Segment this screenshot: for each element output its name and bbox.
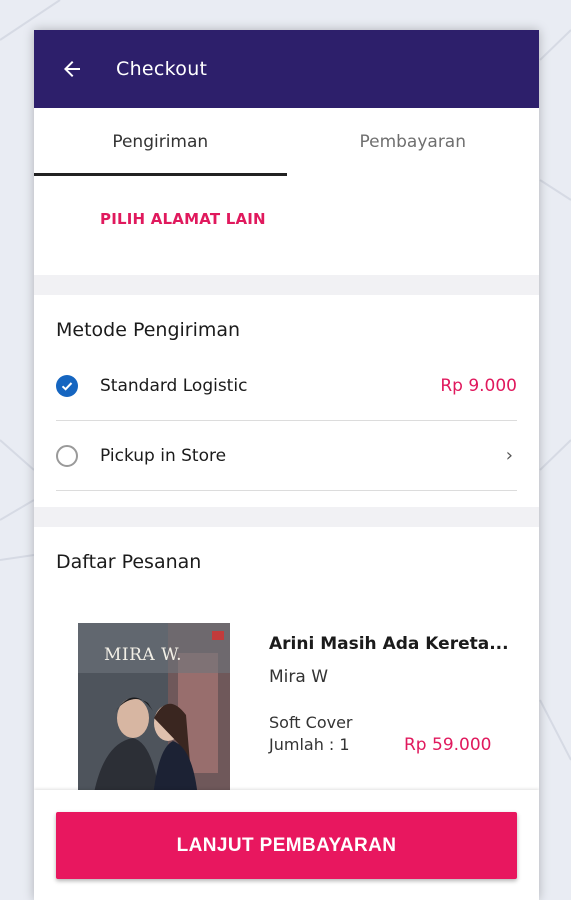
book-quantity: Jumlah : 1	[269, 735, 350, 754]
radio-unchecked-icon[interactable]	[56, 444, 78, 467]
book-author: Mira W	[269, 667, 329, 687]
app-bar: Checkout	[34, 30, 539, 108]
shipping-option-pickup[interactable]: Pickup in Store ›	[56, 421, 517, 491]
page-title: Checkout	[116, 58, 208, 80]
shipping-option-label: Pickup in Store	[100, 445, 227, 466]
checkout-tabs: Pengiriman Pembayaran	[34, 108, 539, 176]
book-price: Rp 59.000	[404, 735, 492, 755]
shipping-option-standard[interactable]: Standard Logistic Rp 9.000	[56, 351, 517, 421]
shipping-option-label: Standard Logistic	[100, 375, 248, 396]
address-card: PILIH ALAMAT LAIN	[34, 176, 539, 275]
arrow-left-icon[interactable]	[58, 55, 86, 83]
checkout-screen: Checkout Pengiriman Pembayaran PILIH ALA…	[34, 30, 539, 900]
tab-pengiriman[interactable]: Pengiriman	[34, 108, 287, 176]
shipping-price: Rp 9.000	[440, 375, 517, 396]
shipping-method-card: Metode Pengiriman Standard Logistic Rp 9…	[34, 295, 539, 507]
book-format: Soft Cover	[269, 713, 353, 732]
check-circle-icon[interactable]	[56, 374, 78, 397]
continue-payment-button[interactable]: LANJUT PEMBAYARAN	[56, 812, 517, 879]
tab-pembayaran[interactable]: Pembayaran	[287, 108, 540, 176]
bottom-action-bar: LANJUT PEMBAYARAN	[34, 790, 539, 900]
order-list-card: Daftar Pesanan MIRA W. Arini Masih Ada K…	[34, 527, 539, 827]
choose-other-address-link[interactable]: PILIH ALAMAT LAIN	[100, 210, 266, 228]
book-cover-image: MIRA W.	[78, 623, 230, 798]
book-title[interactable]: Arini Masih Ada Kereta...	[269, 634, 509, 654]
chevron-right-icon: ›	[505, 445, 513, 466]
section-title-shipping: Metode Pengiriman	[56, 319, 241, 341]
book-cover-title: MIRA W.	[104, 645, 183, 665]
section-title-orders: Daftar Pesanan	[56, 551, 202, 573]
